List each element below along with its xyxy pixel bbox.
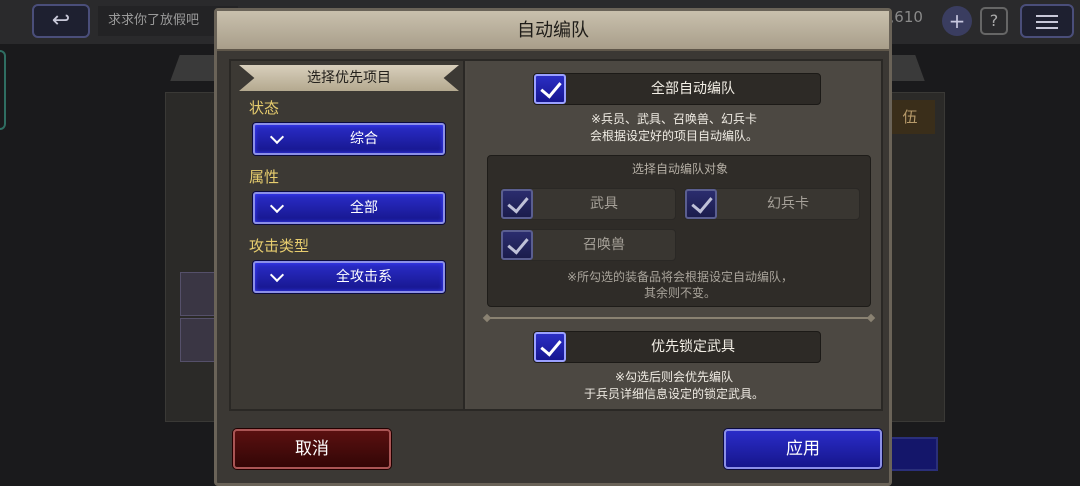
note-line: ※兵员、武具、召唤兽、幻兵卡 — [590, 112, 758, 126]
all-auto-note: ※兵员、武具、召唤兽、幻兵卡 会根据设定好的项目自动编队。 — [467, 111, 881, 145]
target-summon-toggle[interactable]: 召唤兽 — [500, 229, 676, 261]
side-tab — [0, 50, 6, 130]
cancel-button[interactable]: 取消 — [233, 429, 391, 469]
status-label: 状态 — [249, 99, 280, 117]
target-weapon-toggle[interactable]: 武具 — [500, 188, 676, 220]
auto-formation-options: 全部自动编队 ※兵员、武具、召唤兽、幻兵卡 会根据设定好的项目自动编队。 选择自… — [467, 61, 881, 409]
note-line: 其余则不变。 — [643, 286, 716, 300]
target-selection-title: 选择自动编队对象 — [631, 162, 728, 176]
back-button[interactable]: ↩ — [32, 4, 90, 38]
attack-type-label: 攻击类型 — [249, 237, 310, 255]
lock-weapon-note: ※勾选后则会优先编队 于兵员详细信息设定的锁定武具。 — [467, 369, 881, 403]
all-auto-label: 全部自动编队 — [651, 81, 735, 97]
priority-panel: 选择优先项目 状态 综合 属性 全部 攻击类型 全攻击系 — [231, 61, 465, 409]
target-selection-panel: 选择自动编队对象 武具 幻兵卡 召唤兽 ※所勾选的装备品将会根据设定自动编队， … — [487, 155, 871, 307]
dialog-header: 自动编队 — [217, 11, 889, 51]
add-currency-button[interactable]: + — [942, 6, 972, 36]
lock-weapon-toggle[interactable]: 优先锁定武具 — [533, 331, 821, 363]
checkbox-checked-icon — [534, 74, 566, 104]
checkbox-checked-icon — [685, 189, 717, 219]
chevron-down-icon — [269, 129, 287, 149]
checkbox-checked-icon — [501, 189, 533, 219]
checkbox-checked-icon — [501, 230, 533, 260]
apply-button[interactable]: 应用 — [724, 429, 882, 469]
target-weapon-label: 武具 — [590, 196, 618, 212]
note-line: 会根据设定好的项目自动编队。 — [589, 129, 758, 143]
background-button — [890, 437, 938, 471]
section-divider — [487, 317, 871, 319]
menu-icon-bar — [1036, 27, 1058, 29]
note-line: ※勾选后则会优先编队 — [614, 370, 734, 384]
target-summon-label: 召唤兽 — [583, 237, 625, 253]
priority-section-title: 选择优先项目 — [239, 65, 459, 91]
lock-weapon-label: 优先锁定武具 — [651, 339, 735, 355]
target-selection-note: ※所勾选的装备品将会根据设定自动编队， 其余则不变。 — [488, 269, 872, 301]
status-dropdown[interactable]: 综合 — [253, 123, 445, 155]
deck-label: 伍 — [885, 100, 935, 134]
dialog-body: 选择优先项目 状态 综合 属性 全部 攻击类型 全攻击系 全部自动编队 ※兵员、… — [229, 59, 883, 411]
target-phantom-card-label: 幻兵卡 — [767, 196, 809, 212]
attack-type-dropdown-value: 全攻击系 — [336, 269, 392, 285]
attribute-dropdown[interactable]: 全部 — [253, 192, 445, 224]
chevron-down-icon — [269, 198, 287, 218]
attribute-label: 属性 — [249, 168, 280, 186]
attack-type-dropdown[interactable]: 全攻击系 — [253, 261, 445, 293]
all-auto-toggle[interactable]: 全部自动编队 — [533, 73, 821, 105]
menu-icon — [1036, 15, 1058, 17]
target-phantom-card-toggle[interactable]: 幻兵卡 — [684, 188, 860, 220]
status-dropdown-value: 综合 — [350, 131, 378, 147]
auto-formation-dialog: 自动编队 选择优先项目 状态 综合 属性 全部 攻击类型 全攻击系 全部自动编队… — [214, 8, 892, 486]
chevron-down-icon — [269, 267, 287, 287]
menu-icon-bar — [1036, 21, 1058, 23]
help-button[interactable]: ? — [980, 7, 1008, 35]
dialog-title: 自动编队 — [517, 20, 589, 41]
note-line: 于兵员详细信息设定的锁定武具。 — [583, 387, 764, 401]
back-arrow-icon: ↩ — [51, 8, 71, 33]
attribute-dropdown-value: 全部 — [350, 200, 378, 216]
note-line: ※所勾选的装备品将会根据设定自动编队， — [566, 270, 794, 284]
menu-button[interactable] — [1020, 4, 1074, 38]
checkbox-checked-icon — [534, 332, 566, 362]
